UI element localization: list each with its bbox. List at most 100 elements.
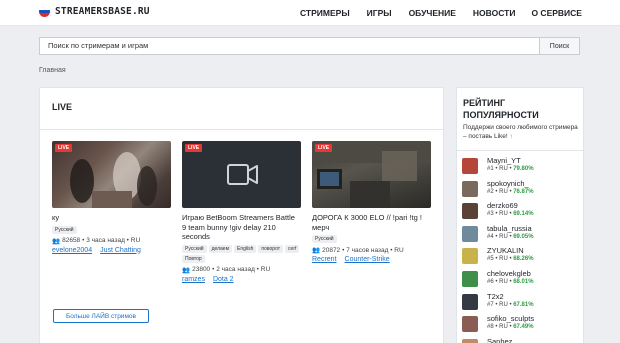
viewer-count: 82658 [62,237,81,244]
streamer-name[interactable]: T2x2 [487,292,504,301]
live-badge: LIVE [185,144,203,152]
streamer-name[interactable]: ZYUKALIN [487,246,524,255]
more-live-button[interactable]: Больше ЛАЙВ стримов [53,309,149,323]
streamer-name[interactable]: chelovekgleb [487,269,531,278]
streamer-link[interactable]: ramzes [182,276,205,283]
streamer-name[interactable]: derzko69 [487,201,518,210]
stream-title[interactable]: ку [52,213,171,223]
stream-title[interactable]: ДОРОГА К 3000 ELO // !pari !tg ! мерч [312,213,431,232]
rank-text: #8 • RU • [487,324,512,331]
stream-thumbnail[interactable]: LIVE [312,141,431,208]
stream-thumbnail[interactable]: LIVE [52,141,171,208]
search-input[interactable]: Поиск по стримерам и играм [39,37,539,55]
divider [40,129,443,130]
avatar[interactable] [462,158,478,174]
tag[interactable]: English [234,244,257,253]
stream-card[interactable]: LIVE ДОРОГА К 3000 ELO // !pari !tg ! ме… [312,141,431,263]
rank-info: #6 • RU • 68.01% [487,279,534,285]
streamer-name[interactable]: tabula_russia [487,224,532,233]
stream-thumbnail[interactable]: LIVE [182,141,301,208]
search-button[interactable]: Поиск [539,37,580,55]
streamer-name[interactable]: sofiko_sculpts [487,314,534,323]
tag[interactable]: поворот [258,244,284,253]
rating-title: РЕЙТИНГ ПОПУЛЯРНОСТИ [463,98,539,120]
rank-info: #4 • RU • 69.05% [487,234,534,240]
rating-subtitle-text: Поддержи своего любимого стримера – пост… [463,124,578,140]
nav-streamers[interactable]: СТРИМЕРЫ [300,8,350,18]
tag[interactable]: Русский [52,225,77,234]
nav-about[interactable]: О СЕРВИСЕ [531,8,582,18]
rating-item[interactable]: spokoynich_ #2 • RU • 76.87% [462,179,582,199]
viewers-icon: 👥 [182,266,191,274]
arrow-up-icon: ↑ [509,133,513,140]
rating-item[interactable]: Sanhez__ [462,337,582,343]
stream-age: • 3 часа назад • RU [82,237,141,244]
main-nav: СТРИМЕРЫ ИГРЫ ОБУЧЕНИЕ НОВОСТИ О СЕРВИСЕ [300,8,582,18]
avatar[interactable] [462,225,478,242]
avatar[interactable] [462,316,478,333]
russia-flag-icon [39,6,50,17]
divider [457,150,583,151]
rank-info: #7 • RU • 67.81% [487,302,534,308]
rank-info: #8 • RU • 67.49% [487,324,534,330]
avatar[interactable] [462,180,478,197]
stream-tags: Русский делаем English поворот cerf Повт… [182,244,301,263]
rank-percent: 67.81% [513,301,534,308]
rank-info: #1 • RU • 79.80% [487,166,534,172]
live-panel: LIVE LIVE ку Русский 👥 82658 • 3 часа на… [39,87,444,343]
tag[interactable]: делаем [208,244,233,253]
avatar[interactable] [462,338,478,343]
streamer-name[interactable]: Sanhez__ [487,337,521,343]
rank-info: #2 • RU • 76.87% [487,189,534,195]
avatar[interactable] [462,203,478,220]
game-link[interactable]: Just Chatting [100,247,141,254]
avatar[interactable] [462,271,478,287]
rating-item[interactable]: Mayni_YT #1 • RU • 79.80% [462,156,582,176]
avatar[interactable] [462,293,478,310]
stream-card[interactable]: LIVE Играю BetBoom Streamers Battle 9 te… [182,141,301,283]
nav-news[interactable]: НОВОСТИ [473,8,516,18]
rank-info: #3 • RU • 69.14% [487,211,534,217]
site-logo[interactable]: STREAMERSBASE.RU [39,6,150,17]
tag[interactable]: Русский [312,235,337,243]
stream-links: ramzes Dota 2 [182,276,301,283]
streamer-link[interactable]: Recrent [312,256,337,263]
rating-item[interactable]: T2x2 #7 • RU • 67.81% [462,292,582,312]
live-badge: LIVE [55,144,73,152]
viewers-icon: 👥 [52,237,61,245]
game-link[interactable]: Counter-Strike [345,256,390,263]
stream-links: Recrent Counter-Strike [312,256,431,263]
rank-text: #6 • RU • [487,279,512,285]
rank-text: #5 • RU • [487,256,512,263]
rank-percent: 76.87% [513,188,534,195]
rating-item[interactable]: tabula_russia #4 • RU • 69.05% [462,224,582,244]
rank-text: #7 • RU • [487,301,512,308]
stream-age: • 2 часа назад • RU [212,266,271,273]
rating-item[interactable]: ZYUKALIN #5 • RU • 68.26% [462,246,582,266]
live-badge: LIVE [315,144,333,152]
tag[interactable]: Русский [182,244,207,253]
search-bar: Поиск по стримерам и играм Поиск [39,37,580,55]
breadcrumb[interactable]: Главная [39,67,66,74]
rating-item[interactable]: derzko69 #3 • RU • 69.14% [462,201,582,221]
rank-text: #2 • RU • [487,188,512,195]
nav-games[interactable]: ИГРЫ [367,8,392,18]
tag[interactable]: Повтор [182,254,205,263]
stream-meta: 👥 23800 • 2 часа назад • RU [182,266,301,274]
logo-text: STREAMERSBASE.RU [55,6,150,17]
nav-learning[interactable]: ОБУЧЕНИЕ [409,8,456,18]
streamer-name[interactable]: Mayni_YT [487,156,521,165]
stream-title[interactable]: Играю BetBoom Streamers Battle 9 team bu… [182,213,301,242]
rating-item[interactable]: sofiko_sculpts #8 • RU • 67.49% [462,314,582,334]
game-link[interactable]: Dota 2 [213,276,234,283]
avatar[interactable] [462,248,478,265]
streamer-name[interactable]: spokoynich_ [487,179,529,188]
streamer-link[interactable]: evelone2004 [52,247,92,254]
stream-meta: 👥 20872 • 7 часов назад • RU [312,246,431,255]
stream-card[interactable]: LIVE ку Русский 👥 82658 • 3 часа назад •… [52,141,171,254]
rank-percent: 68.26% [513,256,534,263]
rating-item[interactable]: chelovekgleb #6 • RU • 68.01% [462,269,582,289]
rating-subtitle: Поддержи своего любимого стримера – пост… [463,123,579,141]
viewers-icon: 👥 [312,247,321,254]
tag[interactable]: cerf [285,244,300,253]
